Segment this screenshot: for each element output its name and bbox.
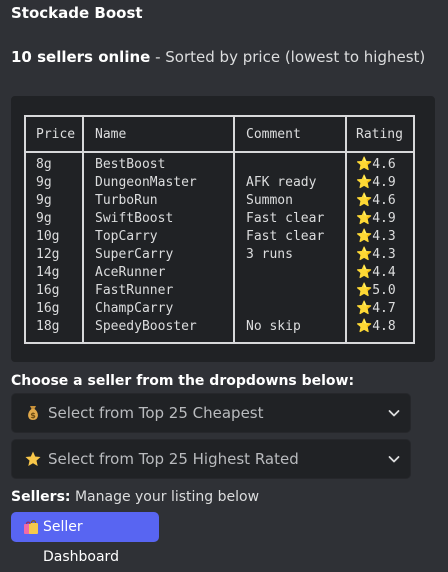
- header-name: Name: [95, 127, 127, 142]
- rating-cell: ⭐4.3: [356, 228, 396, 246]
- rating-cell: ⭐4.4: [356, 264, 396, 282]
- chevron-down-icon: [388, 456, 400, 463]
- price-cell: 16g: [36, 301, 60, 316]
- price-cell: 12g: [36, 247, 60, 262]
- rating-cell: ⭐4.3: [356, 246, 396, 264]
- star-icon: ⭐: [356, 265, 373, 280]
- name-cell: TopCarry: [95, 229, 158, 244]
- sellers-label: Sellers:: [11, 489, 71, 505]
- rating-cell: ⭐4.7: [356, 300, 396, 318]
- star-icon: ⭐: [356, 301, 373, 316]
- rating-value: 4.3: [372, 229, 396, 244]
- rating-value: 4.3: [372, 247, 396, 262]
- price-cell: 9g: [36, 211, 52, 226]
- table-row: 9g TurboRun Summon ⭐4.6: [26, 192, 413, 210]
- star-icon: ⭐: [356, 175, 373, 190]
- table-row: 9g DungeonMaster AFK ready ⭐4.9: [26, 174, 413, 192]
- header-divider: [26, 151, 413, 153]
- comment-cell: 3 runs: [246, 247, 293, 262]
- online-count: 10 sellers online: [11, 48, 151, 66]
- rating-cell: ⭐4.6: [356, 192, 396, 210]
- name-cell: ChampCarry: [95, 301, 174, 316]
- comment-cell: Summon: [246, 193, 293, 208]
- price-cell: 10g: [36, 229, 60, 244]
- header-price: Price: [36, 127, 76, 142]
- rating-value: 4.4: [372, 265, 396, 280]
- price-cell: 8g: [36, 157, 52, 172]
- rating-cell: ⭐5.0: [356, 282, 396, 300]
- seller-dashboard-button[interactable]: Seller Dashboard: [11, 512, 159, 565]
- table-row: 8g BestBoost ⭐4.6: [26, 156, 413, 174]
- name-cell: SpeedyBooster: [95, 319, 197, 334]
- star-icon: ⭐: [356, 319, 373, 334]
- price-cell: 9g: [36, 193, 52, 208]
- highest-rated-dropdown-placeholder: Select from Top 25 Highest Rated: [48, 450, 299, 468]
- table-row: 14g AceRunner ⭐4.4: [26, 264, 413, 282]
- price-cell: 18g: [36, 319, 60, 334]
- star-icon: [25, 451, 41, 466]
- header-rating: Rating: [356, 127, 403, 142]
- header-comment: Comment: [246, 127, 301, 142]
- name-cell: AceRunner: [95, 265, 166, 280]
- money-bag-icon: $: [28, 406, 38, 420]
- chevron-down-icon: [388, 410, 400, 417]
- table-row: 12g SuperCarry 3 runs ⭐4.3: [26, 246, 413, 264]
- comment-cell: No skip: [246, 319, 301, 334]
- rating-value: 5.0: [372, 283, 396, 298]
- sellers-note: Sellers: Manage your listing below: [11, 487, 259, 507]
- shopping-bags-icon: [24, 520, 38, 534]
- name-cell: FastRunner: [95, 283, 174, 298]
- price-cell: 16g: [36, 283, 60, 298]
- sellers-text: Manage your listing below: [70, 489, 260, 505]
- table-row: 10g TopCarry Fast clear ⭐4.3: [26, 228, 413, 246]
- star-icon: ⭐: [356, 157, 373, 172]
- price-cell: 9g: [36, 175, 52, 190]
- star-icon: ⭐: [356, 283, 373, 298]
- rating-value: 4.6: [372, 193, 396, 208]
- rating-cell: ⭐4.9: [356, 174, 396, 192]
- comment-cell: Fast clear: [246, 229, 325, 244]
- rating-value: 4.9: [372, 175, 396, 190]
- choose-seller-prompt: Choose a seller from the dropdowns below…: [11, 373, 355, 389]
- name-cell: TurboRun: [95, 193, 158, 208]
- svg-text:$: $: [30, 411, 36, 420]
- table-row: 16g ChampCarry ⭐4.7: [26, 300, 413, 318]
- rating-value: 4.7: [372, 301, 396, 316]
- rating-value: 4.6: [372, 157, 396, 172]
- seller-table: Price Name Comment Rating 8g BestBoost ⭐…: [24, 115, 415, 344]
- rating-cell: ⭐4.9: [356, 210, 396, 228]
- message-title: Stockade Boost: [11, 4, 143, 22]
- sellers-online-line: 10 sellers online - Sorted by price (low…: [11, 47, 437, 67]
- message-content: Stockade Boost 10 sellers online - Sorte…: [11, 3, 437, 565]
- cheapest-dropdown-placeholder: Select from Top 25 Cheapest: [48, 404, 264, 422]
- comment-cell: Fast clear: [246, 211, 325, 226]
- seller-table-codeblock: Price Name Comment Rating 8g BestBoost ⭐…: [11, 96, 435, 362]
- name-cell: DungeonMaster: [95, 175, 197, 190]
- rating-cell: ⭐4.6: [356, 156, 396, 174]
- star-icon: ⭐: [356, 193, 373, 208]
- sort-note: Sorted by price (lowest to highest): [165, 48, 426, 66]
- comment-cell: AFK ready: [246, 175, 317, 190]
- name-cell: SwiftBoost: [95, 211, 174, 226]
- cheapest-seller-dropdown[interactable]: $ Select from Top 25 Cheapest: [11, 393, 411, 433]
- name-cell: BestBoost: [95, 157, 166, 172]
- name-cell: SuperCarry: [95, 247, 174, 262]
- rating-value: 4.9: [372, 211, 396, 226]
- price-cell: 14g: [36, 265, 60, 280]
- star-icon: ⭐: [356, 247, 373, 262]
- table-row: 9g SwiftBoost Fast clear ⭐4.9: [26, 210, 413, 228]
- highest-rated-seller-dropdown[interactable]: Select from Top 25 Highest Rated: [11, 439, 411, 479]
- seller-dashboard-label: Seller Dashboard: [43, 519, 119, 565]
- star-icon: ⭐: [356, 229, 373, 244]
- rating-cell: ⭐4.8: [356, 318, 396, 336]
- table-row: 18g SpeedyBooster No skip ⭐4.8: [26, 318, 413, 336]
- rating-value: 4.8: [372, 319, 396, 334]
- star-icon: ⭐: [356, 211, 373, 226]
- separator: -: [150, 48, 166, 66]
- table-row: 16g FastRunner ⭐5.0: [26, 282, 413, 300]
